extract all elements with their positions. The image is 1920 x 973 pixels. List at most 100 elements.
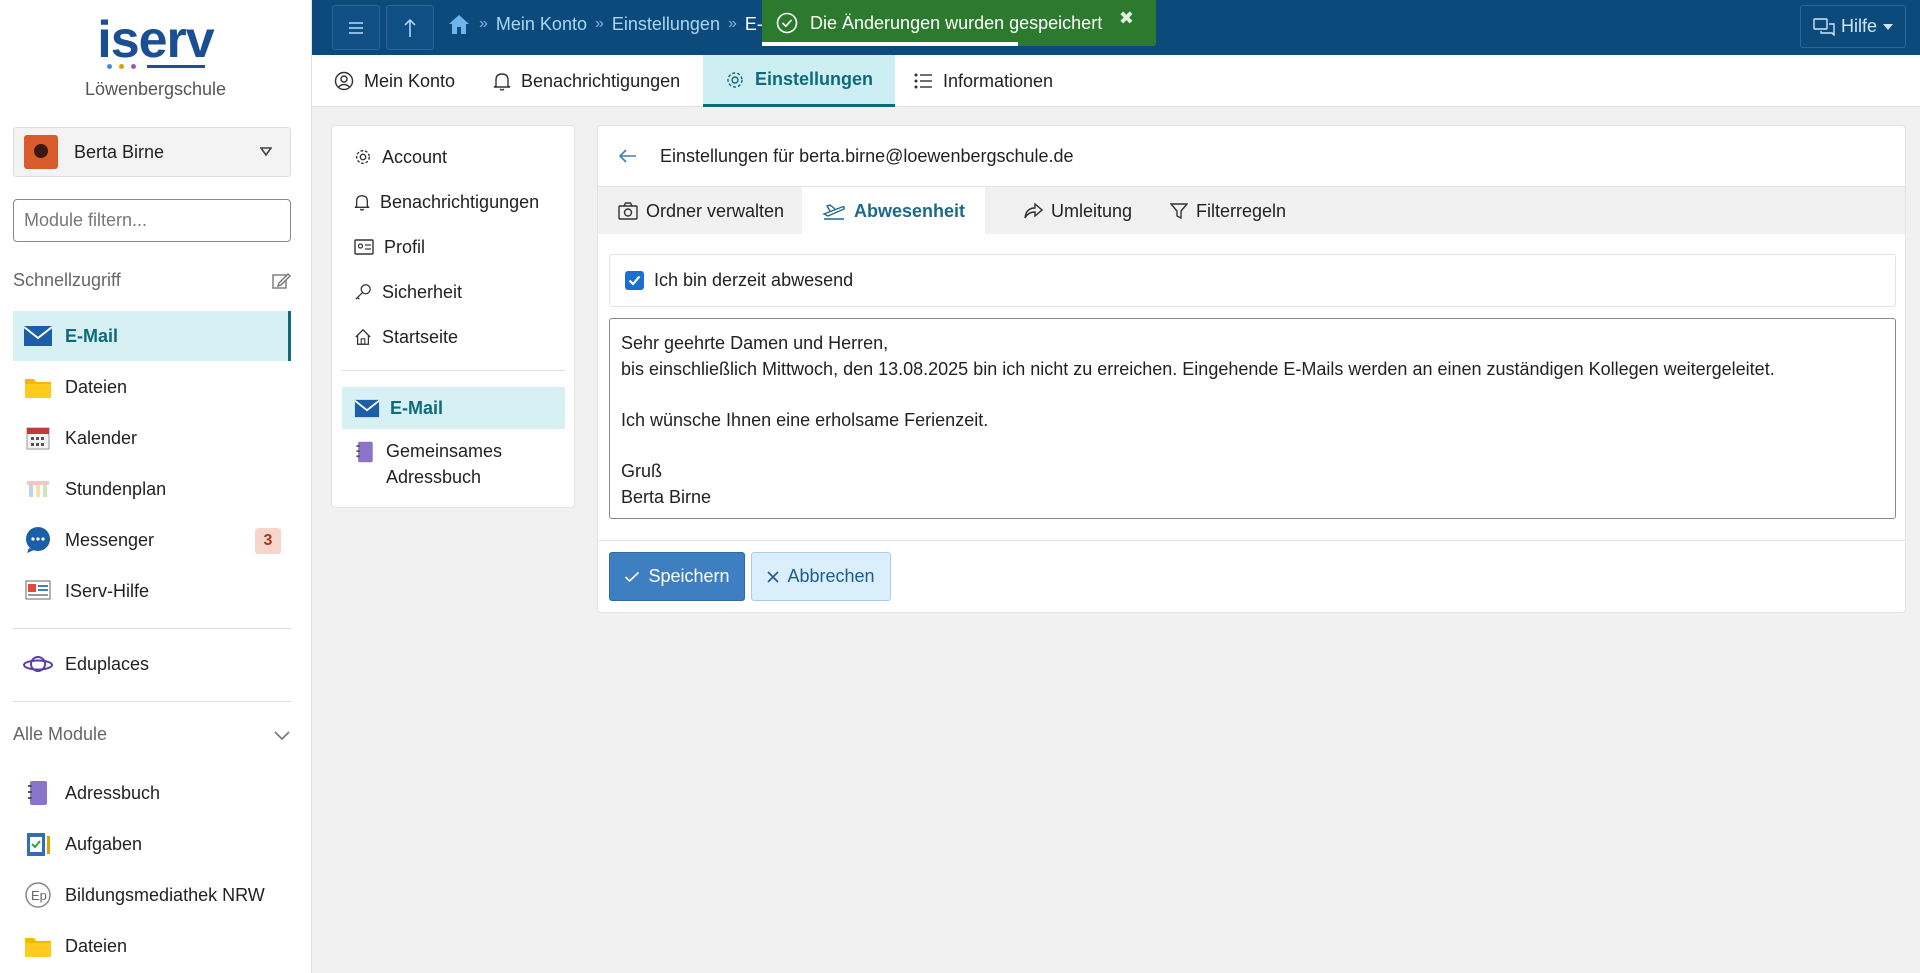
account-tabs: Mein Konto Benachrichtigungen Einstellun… — [312, 55, 1920, 107]
sidebar-item-label: Dateien — [65, 935, 128, 956]
go-up-button[interactable] — [386, 5, 434, 50]
calendar-icon — [23, 423, 53, 453]
mail-icon — [354, 399, 380, 418]
tab-filterregeln[interactable]: Filterregeln — [1150, 187, 1306, 235]
settings-item-label: Sicherheit — [382, 281, 463, 302]
toast-message: Die Änderungen wurden gespeichert — [810, 12, 1103, 33]
absence-checkbox[interactable] — [625, 271, 644, 290]
close-icon — [767, 570, 780, 583]
chat-icon — [23, 525, 53, 555]
user-menu[interactable]: Berta Birne — [13, 127, 291, 177]
arrow-left-icon[interactable] — [618, 148, 638, 164]
home-icon[interactable] — [447, 13, 471, 35]
divider — [13, 701, 291, 702]
settings-item-account[interactable]: Account — [342, 142, 565, 172]
tab-ordner-verwalten[interactable]: Ordner verwalten — [598, 187, 804, 235]
folder-icon — [23, 372, 53, 402]
home-icon — [354, 328, 372, 346]
sidebar-item-adressbuch[interactable]: Adressbuch — [13, 768, 291, 818]
absence-toggle-row: Ich bin derzeit abwesend — [609, 254, 1896, 307]
settings-item-label: Profil — [384, 236, 426, 257]
settings-item-label-line1: Gemeinsames — [386, 441, 503, 461]
module-filter-input[interactable] — [13, 199, 291, 242]
breadcrumb-mein-konto[interactable]: Mein Konto — [496, 14, 587, 35]
settings-item-sicherheit[interactable]: Sicherheit — [342, 277, 565, 307]
chat-help-icon — [1813, 17, 1835, 36]
svg-text:Ep: Ep — [31, 888, 47, 903]
tab-umleitung[interactable]: Umleitung — [1003, 187, 1152, 235]
sidebar-item-dateien-all[interactable]: Dateien — [13, 921, 291, 971]
sidebar-item-label: Eduplaces — [65, 653, 150, 674]
cancel-button[interactable]: Abbrechen — [751, 552, 891, 601]
all-modules-header[interactable]: Alle Module — [13, 724, 291, 745]
settings-item-startseite[interactable]: Startseite — [342, 322, 565, 352]
user-name: Berta Birne — [74, 141, 165, 162]
avatar — [24, 135, 58, 169]
divider — [13, 628, 291, 629]
tab-abwesenheit[interactable]: Abwesenheit — [802, 187, 986, 235]
panel-header: Einstellungen für berta.birne@loewenberg… — [598, 126, 1905, 186]
sidebar-item-label: Dateien — [65, 376, 128, 397]
menu-toggle-button[interactable] — [332, 5, 380, 50]
sidebar-item-aufgaben[interactable]: Aufgaben — [13, 819, 291, 869]
logo-dots — [106, 64, 205, 69]
gear-icon — [354, 148, 372, 166]
tab-label: Umleitung — [1051, 200, 1133, 221]
settings-item-profil[interactable]: Profil — [342, 232, 565, 262]
folder-icon — [23, 931, 53, 961]
breadcrumb-separator: » — [479, 15, 488, 32]
tab-informationen[interactable]: Informationen — [891, 55, 1075, 107]
settings-item-email[interactable]: E-Mail — [342, 387, 565, 429]
arrow-up-icon — [402, 17, 418, 39]
bell-icon — [354, 193, 370, 211]
sidebar-item-stundenplan[interactable]: Stundenplan — [13, 464, 291, 514]
addressbook-icon — [23, 778, 53, 808]
edit-icon[interactable] — [271, 271, 291, 291]
save-button[interactable]: Speichern — [609, 552, 745, 601]
sidebar-item-email[interactable]: E-Mail — [13, 311, 291, 361]
save-label: Speichern — [648, 566, 730, 586]
settings-item-label: Startseite — [382, 326, 459, 347]
school-name: Löwenbergschule — [84, 79, 227, 99]
hamburger-icon — [347, 20, 365, 36]
divider — [342, 370, 565, 371]
tab-label: Ordner verwalten — [646, 200, 785, 221]
settings-item-gemeinsames-adressbuch[interactable]: Gemeinsames Adressbuch — [342, 438, 565, 490]
list-icon — [913, 72, 933, 90]
close-icon[interactable]: ✖ — [1119, 8, 1134, 29]
help-menu-button[interactable]: Hilfe — [1800, 5, 1906, 48]
logo[interactable]: iserv Löwenbergschule — [0, 0, 311, 112]
absence-message-textarea[interactable]: Sehr geehrte Damen und Herren, bis einsc… — [609, 318, 1896, 519]
breadcrumb-einstellungen[interactable]: Einstellungen — [612, 14, 720, 35]
sidebar-item-messenger[interactable]: Messenger 3 — [13, 515, 291, 565]
mail-icon — [23, 321, 53, 351]
tab-benachrichtigungen[interactable]: Benachrichtigungen — [471, 55, 702, 107]
absence-checkbox-label[interactable]: Ich bin derzeit abwesend — [654, 270, 853, 291]
caret-down-icon — [260, 147, 272, 157]
tab-einstellungen[interactable]: Einstellungen — [703, 55, 896, 107]
tasks-icon — [23, 829, 53, 859]
sidebar-item-label: Bildungsmediathek NRW — [65, 884, 265, 905]
caret-down-icon — [1883, 23, 1893, 30]
unread-badge: 3 — [255, 528, 281, 554]
sidebar-item-label: Aufgaben — [65, 833, 143, 854]
gear-icon — [725, 70, 745, 90]
sidebar-item-iserv-hilfe[interactable]: IServ-Hilfe — [13, 566, 291, 616]
settings-item-label: E-Mail — [390, 397, 444, 418]
sidebar-item-dateien[interactable]: Dateien — [13, 362, 291, 412]
sidebar-item-eduplaces[interactable]: Eduplaces — [13, 639, 291, 689]
settings-item-label-line2: Adressbuch — [386, 467, 482, 487]
sidebar-item-label: IServ-Hilfe — [65, 580, 150, 601]
sidebar: iserv Löwenbergschule Berta Birne Schnel… — [0, 0, 312, 973]
breadcrumb-separator: » — [727, 15, 737, 32]
share-icon — [1023, 202, 1043, 220]
sidebar-item-kalender[interactable]: Kalender — [13, 413, 291, 463]
settings-item-benachrichtigungen[interactable]: Benachrichtigungen — [342, 187, 565, 217]
sidebar-item-bildungsmediathek[interactable]: Ep Bildungsmediathek NRW — [13, 870, 291, 920]
tab-label: Informationen — [943, 70, 1054, 91]
timetable-icon — [23, 474, 53, 504]
tab-mein-konto[interactable]: Mein Konto — [312, 55, 477, 107]
breadcrumb-separator: » — [594, 15, 604, 32]
sidebar-item-label: E-Mail — [65, 325, 119, 346]
success-toast: Die Änderungen wurden gespeichert ✖ — [762, 0, 1156, 46]
